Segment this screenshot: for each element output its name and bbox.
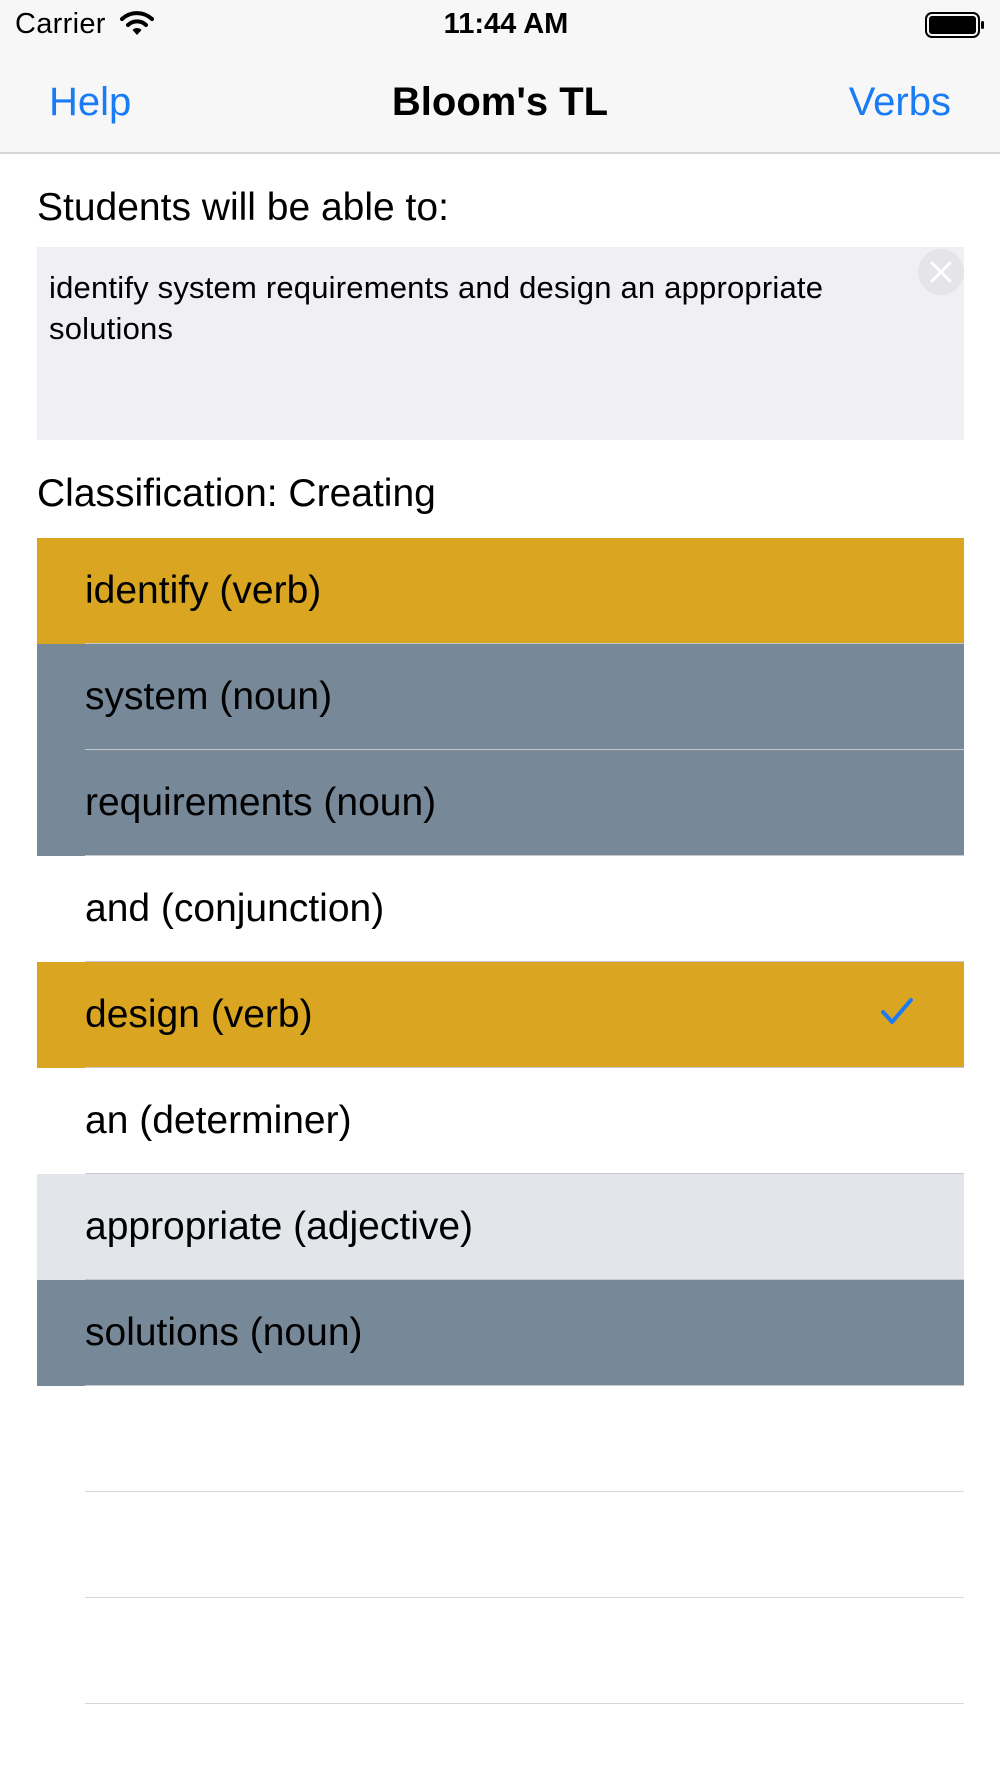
token-label: requirements (noun) (85, 781, 437, 824)
row-divider (85, 1703, 964, 1704)
token-row[interactable]: identify (verb) (37, 538, 964, 644)
token-label: an (determiner) (85, 1099, 352, 1142)
token-label: solutions (noun) (85, 1311, 363, 1354)
empty-row (37, 1386, 964, 1492)
clear-text-button[interactable] (918, 249, 964, 295)
token-list: identify (verb) system (noun) requirements… (37, 538, 964, 1704)
token-row[interactable]: solutions (noun) (37, 1280, 964, 1386)
token-label: design (verb) (85, 993, 313, 1036)
objective-text[interactable]: identify system requirements and design … (49, 267, 952, 349)
checkmark-icon (881, 998, 913, 1024)
token-label: and (conjunction) (85, 887, 385, 930)
objective-text-field[interactable]: identify system requirements and design … (37, 247, 964, 440)
navigation-bar: Help Bloom's TL Verbs (0, 50, 1000, 154)
token-row[interactable]: requirements (noun) (37, 750, 964, 856)
empty-row (37, 1598, 964, 1704)
token-label: appropriate (adjective) (85, 1205, 474, 1248)
classification-label: Classification: Creating (37, 472, 436, 515)
battery-icon (925, 12, 984, 38)
status-time: 11:44 AM (443, 8, 569, 40)
token-row[interactable]: an (determiner) (37, 1068, 964, 1174)
close-icon (930, 261, 952, 283)
verbs-button[interactable]: Verbs (849, 80, 951, 125)
token-row[interactable]: system (noun) (37, 644, 964, 750)
token-label: system (noun) (85, 675, 333, 718)
objective-prompt-label: Students will be able to: (37, 186, 449, 229)
empty-row (37, 1492, 964, 1598)
status-bar: Carrier 11:44 AM (0, 0, 1000, 50)
token-row[interactable]: design (verb) (37, 962, 964, 1068)
token-row[interactable]: appropriate (adjective) (37, 1174, 964, 1280)
token-label: identify (verb) (85, 569, 322, 612)
token-row[interactable]: and (conjunction) (37, 856, 964, 962)
